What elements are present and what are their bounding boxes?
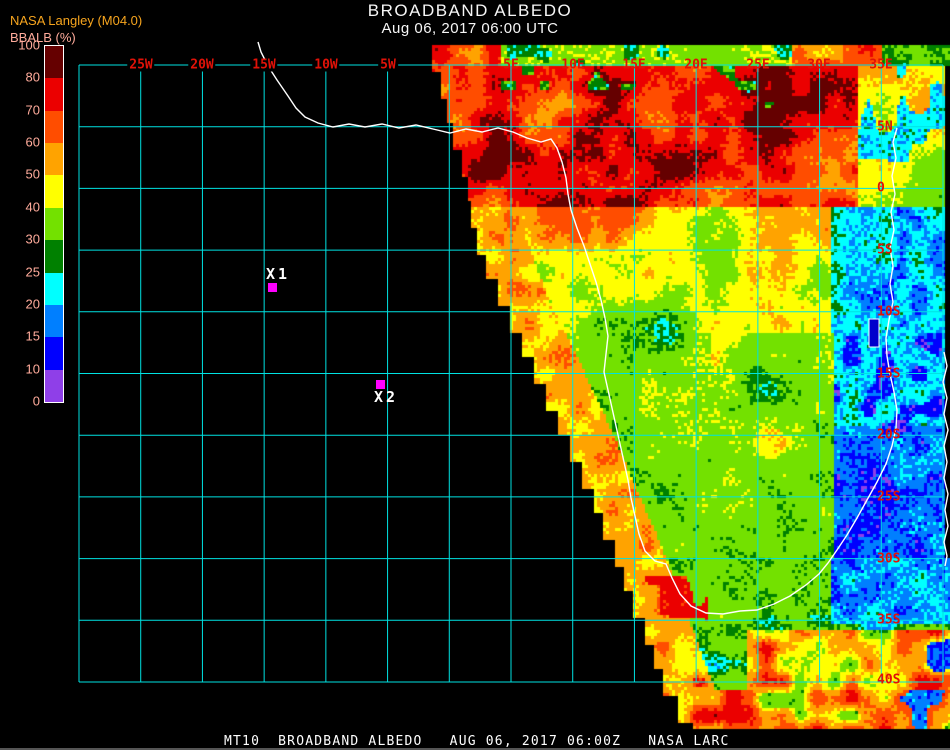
colorbar-tick-label: 80 (25, 69, 40, 85)
latitude-label: 5S (877, 242, 893, 258)
longitude-label: 10E (561, 57, 585, 73)
latitude-label: 20S (877, 427, 901, 443)
longitude-label: 30E (807, 57, 831, 73)
longitude-label: 15W (250, 57, 278, 73)
longitude-label: 10W (312, 57, 340, 73)
colorbar-segment (45, 304, 63, 338)
albedo-viewer: BROADBAND ALBEDO Aug 06, 2017 06:00 UTC … (0, 0, 950, 750)
marker-label-x2: X2 (374, 388, 399, 406)
colorbar-tick-label: 50 (25, 166, 40, 182)
colorbar-tick-label: 20 (25, 296, 40, 312)
map-grid-coastline (78, 41, 949, 683)
colorbar-segment (45, 175, 63, 208)
header: BROADBAND ALBEDO Aug 06, 2017 06:00 UTC (270, 1, 670, 37)
latitude-label: 5N (877, 119, 893, 135)
longitude-label: 15E (622, 57, 646, 73)
colorbar-tick-label: 100 (18, 37, 40, 53)
longitude-label: 25E (746, 57, 770, 73)
footer-status-text: MT10 BROADBAND ALBEDO AUG 06, 2017 06:00… (224, 734, 730, 749)
coastline (942, 351, 949, 567)
colorbar-segment (45, 240, 63, 273)
colorbar-tick-label: 40 (25, 199, 40, 215)
colorbar-segment (45, 78, 63, 111)
longitude-label: 20E (684, 57, 708, 73)
colorbar-tick-label: 60 (25, 134, 40, 150)
colorbar-segment (45, 369, 63, 402)
longitude-label: 5E (503, 57, 519, 73)
page-subtitle: Aug 06, 2017 06:00 UTC (381, 20, 559, 37)
colorbar-segment (45, 207, 63, 241)
longitude-label: 25W (127, 57, 155, 73)
colorbar-segment (45, 110, 63, 144)
colorbar-tick-label: 15 (25, 328, 40, 344)
longitude-label: 20W (188, 57, 216, 73)
colorbar-segment (45, 46, 63, 79)
colorbar-tick-label: 10 (25, 361, 40, 377)
colorbar-tick-label: 0 (32, 393, 40, 409)
colorbar (44, 45, 64, 403)
latitude-label: 0 (877, 180, 885, 196)
page-title: BROADBAND ALBEDO (367, 1, 573, 20)
latitude-label: 25S (877, 489, 901, 505)
colorbar-tick-label: 70 (25, 102, 40, 118)
colorbar-tick-label: 25 (25, 264, 40, 280)
marker-label-x1: X1 (266, 265, 291, 283)
longitude-label: 5W (378, 57, 398, 73)
colorbar-segment (45, 337, 63, 370)
latitude-label: 10S (877, 304, 901, 320)
longitude-label: 35E (869, 57, 893, 73)
latitude-label: 15S (877, 366, 901, 382)
marker-x1 (268, 283, 277, 292)
latitude-label: 40S (877, 672, 901, 688)
latitude-label: 30S (877, 551, 901, 567)
colorbar-segment (45, 143, 63, 176)
data-source-label: NASA Langley (M04.0) (10, 13, 143, 28)
colorbar-segment (45, 272, 63, 305)
coastline (257, 41, 898, 615)
lake (868, 318, 880, 348)
colorbar-tick-label: 30 (25, 231, 40, 247)
latitude-label: 35S (877, 612, 901, 628)
